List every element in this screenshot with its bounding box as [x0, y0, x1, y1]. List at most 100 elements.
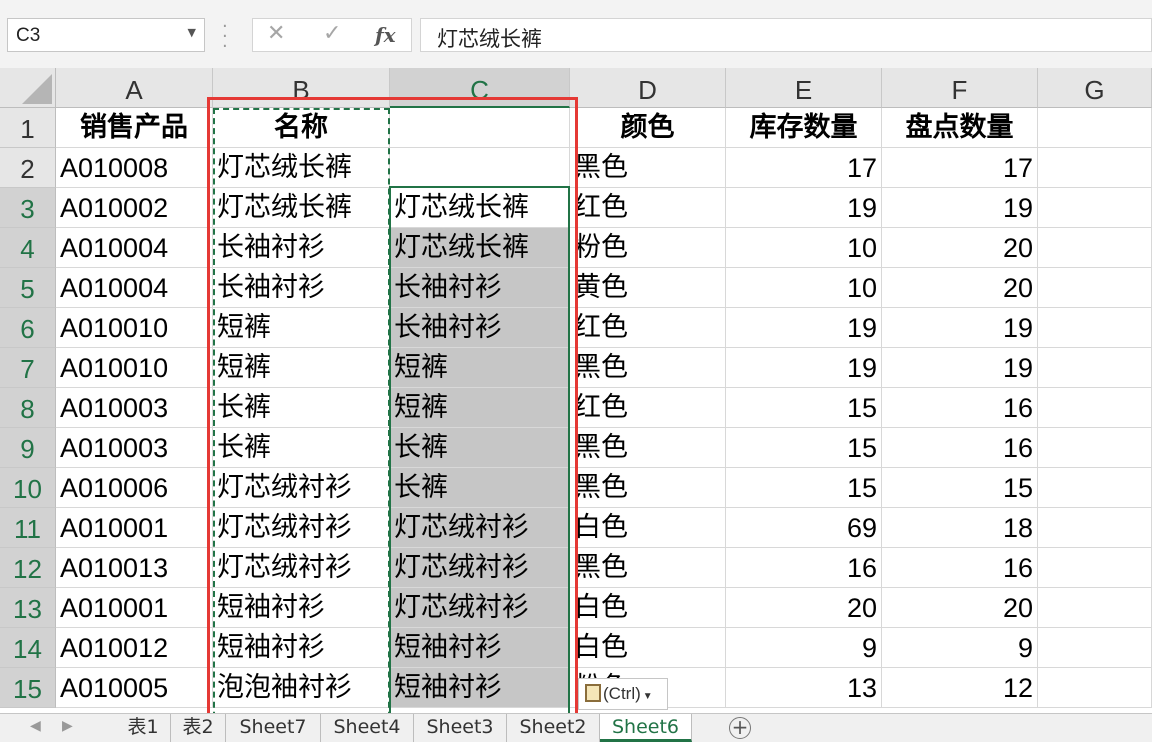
enter-icon[interactable]: ✓ [323, 21, 341, 46]
cell-d5[interactable]: 黄色 [570, 268, 726, 308]
row-header-2[interactable]: 2 [0, 148, 56, 188]
name-box[interactable]: C3 ▼ [7, 18, 205, 52]
cell-f13[interactable]: 20 [882, 588, 1038, 628]
cell-f3[interactable]: 19 [882, 188, 1038, 228]
cell-g4[interactable] [1038, 228, 1152, 268]
cell-f6[interactable]: 19 [882, 308, 1038, 348]
cell-e6[interactable]: 19 [726, 308, 882, 348]
cell-g1[interactable] [1038, 108, 1152, 148]
row-header-7[interactable]: 7 [0, 348, 56, 388]
cell-c12[interactable]: 灯芯绒衬衫 [390, 548, 570, 588]
cell-e13[interactable]: 20 [726, 588, 882, 628]
cell-f8[interactable]: 16 [882, 388, 1038, 428]
cell-a12[interactable]: A010013 [56, 548, 213, 588]
cell-g3[interactable] [1038, 188, 1152, 228]
cell-c4[interactable]: 灯芯绒长裤 [390, 228, 570, 268]
select-all-button[interactable] [0, 68, 56, 108]
row-header-15[interactable]: 15 [0, 668, 56, 708]
cell-b5[interactable]: 长袖衬衫 [213, 268, 390, 308]
cell-d12[interactable]: 黑色 [570, 548, 726, 588]
cell-d4[interactable]: 粉色 [570, 228, 726, 268]
cell-c13[interactable]: 灯芯绒衬衫 [390, 588, 570, 628]
cell-g11[interactable] [1038, 508, 1152, 548]
column-header-c[interactable]: C [390, 68, 570, 108]
row-header-10[interactable]: 10 [0, 468, 56, 508]
paste-options-button[interactable]: (Ctrl) ▼ [578, 678, 668, 710]
column-header-g[interactable]: G [1038, 68, 1152, 108]
cell-b15[interactable]: 泡泡袖衬衫 [213, 668, 390, 708]
row-header-8[interactable]: 8 [0, 388, 56, 428]
cell-b2[interactable]: 灯芯绒长裤 [213, 148, 390, 188]
cell-d11[interactable]: 白色 [570, 508, 726, 548]
cell-e2[interactable]: 17 [726, 148, 882, 188]
cell-g2[interactable] [1038, 148, 1152, 188]
cell-d14[interactable]: 白色 [570, 628, 726, 668]
row-header-6[interactable]: 6 [0, 308, 56, 348]
cell-e12[interactable]: 16 [726, 548, 882, 588]
cell-g10[interactable] [1038, 468, 1152, 508]
row-header-13[interactable]: 13 [0, 588, 56, 628]
insert-function-icon[interactable]: fx [375, 23, 396, 47]
cell-a13[interactable]: A010001 [56, 588, 213, 628]
cell-c10[interactable]: 长裤 [390, 468, 570, 508]
row-header-12[interactable]: 12 [0, 548, 56, 588]
cell-a8[interactable]: A010003 [56, 388, 213, 428]
cell-a11[interactable]: A010001 [56, 508, 213, 548]
cell-d9[interactable]: 黑色 [570, 428, 726, 468]
cell-g8[interactable] [1038, 388, 1152, 428]
cell-e3[interactable]: 19 [726, 188, 882, 228]
cell-g7[interactable] [1038, 348, 1152, 388]
column-header-d[interactable]: D [570, 68, 726, 108]
cell-f11[interactable]: 18 [882, 508, 1038, 548]
cell-c5[interactable]: 长袖衬衫 [390, 268, 570, 308]
cell-g13[interactable] [1038, 588, 1152, 628]
cell-a14[interactable]: A010012 [56, 628, 213, 668]
cell-d3[interactable]: 红色 [570, 188, 726, 228]
row-header-9[interactable]: 9 [0, 428, 56, 468]
cell-e4[interactable]: 10 [726, 228, 882, 268]
cell-c3[interactable]: 灯芯绒长裤 [390, 188, 570, 228]
cell-c11[interactable]: 灯芯绒衬衫 [390, 508, 570, 548]
cell-e10[interactable]: 15 [726, 468, 882, 508]
cell-b14[interactable]: 短袖衬衫 [213, 628, 390, 668]
sheet-tab-3[interactable]: Sheet7 [226, 714, 321, 742]
cell-e15[interactable]: 13 [726, 668, 882, 708]
column-header-a[interactable]: A [56, 68, 213, 108]
cell-f10[interactable]: 15 [882, 468, 1038, 508]
cell-g12[interactable] [1038, 548, 1152, 588]
cell-e8[interactable]: 15 [726, 388, 882, 428]
cell-e9[interactable]: 15 [726, 428, 882, 468]
row-header-14[interactable]: 14 [0, 628, 56, 668]
cell-g14[interactable] [1038, 628, 1152, 668]
cell-c2[interactable] [390, 148, 570, 188]
cell-d2[interactable]: 黑色 [570, 148, 726, 188]
sheet-tab-5[interactable]: Sheet3 [414, 714, 507, 742]
cell-f15[interactable]: 12 [882, 668, 1038, 708]
cell-b8[interactable]: 长裤 [213, 388, 390, 428]
cell-b12[interactable]: 灯芯绒衬衫 [213, 548, 390, 588]
cell-a7[interactable]: A010010 [56, 348, 213, 388]
cell-a10[interactable]: A010006 [56, 468, 213, 508]
cell-c15[interactable]: 短袖衬衫 [390, 668, 570, 708]
sheet-tab-4[interactable]: Sheet4 [321, 714, 414, 742]
cell-c1[interactable] [390, 108, 570, 148]
cell-b4[interactable]: 长袖衬衫 [213, 228, 390, 268]
cell-b13[interactable]: 短袖衬衫 [213, 588, 390, 628]
cell-a15[interactable]: A010005 [56, 668, 213, 708]
cell-c7[interactable]: 短裤 [390, 348, 570, 388]
cell-c14[interactable]: 短袖衬衫 [390, 628, 570, 668]
cell-b6[interactable]: 短裤 [213, 308, 390, 348]
cell-f12[interactable]: 16 [882, 548, 1038, 588]
row-header-3[interactable]: 3 [0, 188, 56, 228]
cell-d8[interactable]: 红色 [570, 388, 726, 428]
cell-d10[interactable]: 黑色 [570, 468, 726, 508]
cell-c8[interactable]: 短裤 [390, 388, 570, 428]
sheet-tab-1[interactable]: 表1 [116, 714, 171, 742]
cell-d1[interactable]: 颜色 [570, 108, 726, 148]
cell-f5[interactable]: 20 [882, 268, 1038, 308]
sheet-tab-2[interactable]: 表2 [171, 714, 226, 742]
row-header-11[interactable]: 11 [0, 508, 56, 548]
cell-b7[interactable]: 短裤 [213, 348, 390, 388]
formula-input[interactable]: 灯芯绒长裤 [420, 18, 1152, 52]
cell-g5[interactable] [1038, 268, 1152, 308]
